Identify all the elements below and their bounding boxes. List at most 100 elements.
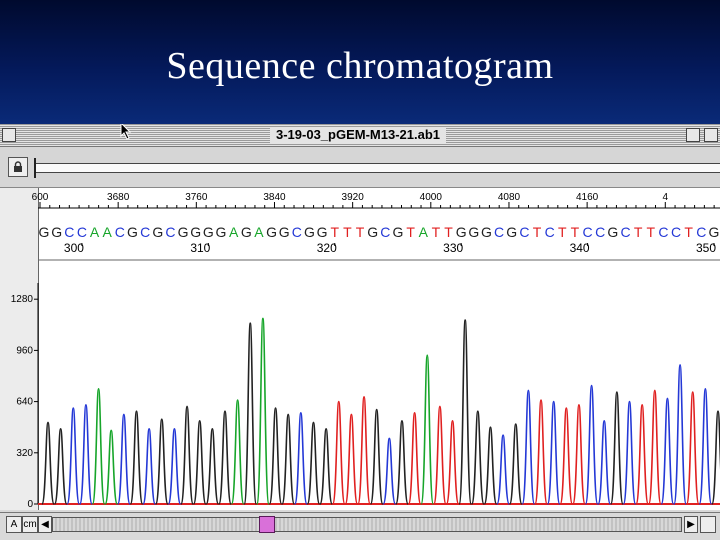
toolbar [0, 147, 720, 188]
base-call-g: G [607, 224, 618, 240]
base-call-c: C [77, 224, 87, 240]
base-position-label: 350 [696, 241, 716, 255]
trace-peak-g [483, 426, 498, 505]
trace-peak-t [407, 411, 422, 505]
base-call-t: T [571, 224, 580, 240]
base-call-t: T [558, 224, 567, 240]
trace-peak-g [281, 413, 296, 505]
trace-peak-a [104, 429, 119, 505]
base-call-g: G [709, 224, 720, 240]
trace-peak-g [610, 391, 624, 505]
trace-peak-g [205, 427, 220, 505]
base-call-c: C [545, 224, 555, 240]
y-tick-label: 640 [16, 397, 33, 408]
chromatogram-chart: 600 3680 3760 3840 3920 4000 4080 4160 4G G C C A A C G… [11, 192, 720, 510]
trace-peak-c [496, 434, 510, 505]
trace-peak-c [584, 384, 599, 505]
trace-peak-c [597, 419, 612, 505]
trace-peak-g [268, 407, 283, 505]
trace-peak-g [180, 405, 194, 505]
window-titlebar[interactable]: 3-19-03_pGEM-M13-21.ab1 [0, 124, 720, 147]
mouse-cursor-icon [120, 124, 132, 140]
base-call-g: G [241, 224, 252, 240]
base-call-c: C [671, 224, 681, 240]
base-call-a: A [103, 224, 113, 240]
trace-peak-c [698, 387, 713, 505]
trace-peak-t [445, 419, 460, 505]
base-call-c: C [140, 224, 150, 240]
base-call-g: G [304, 224, 315, 240]
trace-peak-t [647, 389, 662, 505]
position-slider-handle[interactable] [34, 158, 36, 178]
y-tick-label: 1280 [11, 294, 34, 305]
position-slider[interactable] [34, 158, 720, 178]
scroll-track[interactable] [52, 516, 682, 533]
scan-tick-label: 3680 [107, 192, 130, 203]
slide-title: Sequence chromatogram [166, 45, 554, 87]
base-position-label: 310 [190, 241, 210, 255]
window-title: 3-19-03_pGEM-M13-21.ab1 [270, 127, 447, 143]
scan-tick-label: 600 [32, 192, 49, 203]
base-call-g: G [39, 224, 50, 240]
trace-peak-t [344, 413, 359, 505]
base-call-c: C [380, 224, 390, 240]
resize-box[interactable] [700, 516, 716, 533]
base-call-g: G [178, 224, 189, 240]
trace-peak-c [382, 437, 397, 505]
base-call-g: G [481, 224, 492, 240]
base-call-t: T [533, 224, 542, 240]
lock-icon [14, 161, 22, 172]
scan-tick-label: 4 [663, 192, 669, 203]
base-call-t: T [647, 224, 656, 240]
base-call-c: C [620, 224, 630, 240]
trace-peak-g [192, 419, 207, 505]
base-call-g: G [393, 224, 404, 240]
trace-peak-c [521, 389, 536, 505]
trace-peak-c [167, 427, 182, 505]
trace-peak-c [116, 413, 131, 505]
base-call-g: G [203, 224, 214, 240]
trace-peak-c [546, 400, 561, 505]
scroll-thumb[interactable] [259, 516, 275, 533]
scan-tick-label: 3920 [342, 192, 365, 203]
scroll-cm-button[interactable]: cm [22, 516, 38, 533]
horizontal-scrollbar: A cm ◀ ▶ [0, 512, 720, 535]
base-call-g: G [279, 224, 290, 240]
base-call-t: T [634, 224, 643, 240]
y-tick-label: 0 [27, 499, 33, 510]
y-tick-label: 320 [16, 448, 33, 459]
base-call-c: C [658, 224, 668, 240]
trace-peak-t [635, 403, 650, 505]
trace-peak-g [41, 421, 55, 505]
trace-peak-g [306, 421, 321, 505]
trace-peak-t [572, 403, 586, 505]
trace-peak-a [256, 317, 270, 505]
scan-tick-label: 4160 [576, 192, 599, 203]
base-call-c: C [115, 224, 125, 240]
zoom-box[interactable] [686, 128, 700, 142]
base-call-g: G [317, 224, 328, 240]
trace-peak-g [154, 418, 169, 505]
base-call-a: A [419, 224, 429, 240]
trace-peak-t [331, 400, 346, 505]
scroll-a-button[interactable]: A [6, 516, 22, 533]
close-box[interactable] [2, 128, 16, 142]
trace-peak-c [293, 411, 308, 505]
collapse-box[interactable] [704, 128, 718, 142]
trace-peak-c [66, 407, 81, 505]
trace-peak-g [711, 410, 720, 505]
scroll-left-arrow[interactable]: ◀ [38, 516, 52, 533]
base-call-a: A [90, 224, 100, 240]
base-call-c: C [583, 224, 593, 240]
trace-peak-a [420, 354, 435, 505]
trace-peak-g [458, 319, 473, 505]
base-call-t: T [684, 224, 693, 240]
scroll-right-arrow[interactable]: ▶ [684, 516, 698, 533]
base-call-c: C [64, 224, 74, 240]
trace-peak-g [395, 419, 409, 505]
lock-button[interactable] [8, 157, 28, 177]
base-call-a: A [254, 224, 264, 240]
trace-peak-c [142, 427, 156, 505]
base-call-g: G [456, 224, 467, 240]
trace-peak-c [660, 397, 675, 505]
